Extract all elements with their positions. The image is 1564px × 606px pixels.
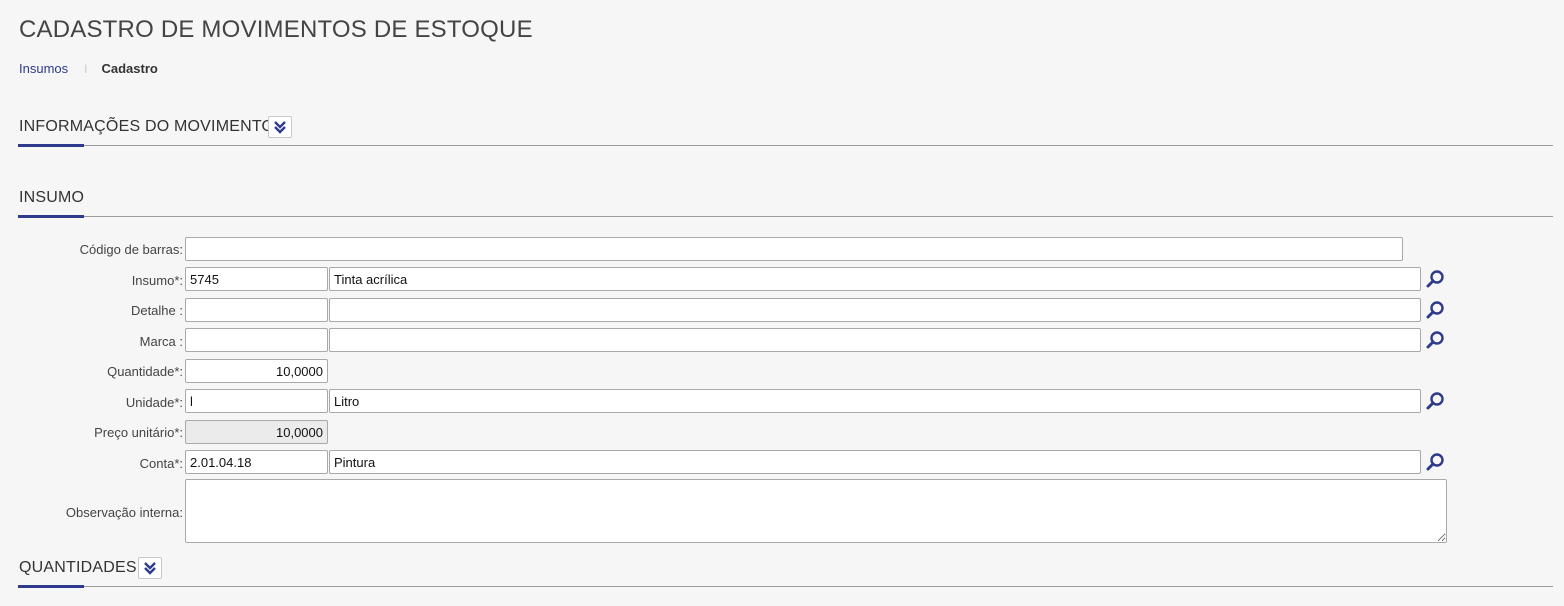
- unidade-label: Unidade*:: [125, 395, 183, 410]
- section-quantidades-accent: [18, 585, 84, 588]
- section-quantidades-title: QUANTIDADES: [19, 559, 137, 576]
- breadcrumb-separator: I: [84, 61, 88, 76]
- section-insumo-header: INSUMO: [18, 183, 1553, 218]
- detalhe-lookup-button[interactable]: [1423, 298, 1447, 322]
- unidade-description-input[interactable]: [329, 389, 1421, 413]
- quantidade-input[interactable]: [185, 359, 328, 383]
- page-title: CADASTRO DE MOVIMENTOS DE ESTOQUE: [19, 16, 533, 43]
- insumo-code-input[interactable]: [185, 267, 328, 291]
- section-quantidades-collapse-button[interactable]: [138, 557, 162, 579]
- quantidade-label: Quantidade*:: [107, 364, 183, 379]
- marca-code-input[interactable]: [185, 328, 328, 352]
- section-info-header: INFORMAÇÕES DO MOVIMENTO: [18, 112, 1553, 147]
- detalhe-code-input[interactable]: [185, 298, 328, 322]
- magnifier-icon: [1426, 392, 1444, 410]
- section-info-collapse-button[interactable]: [268, 116, 292, 138]
- section-quantidades-header: QUANTIDADES: [18, 553, 1553, 588]
- breadcrumb-insumos-link[interactable]: Insumos: [19, 61, 68, 76]
- section-insumo-accent: [18, 215, 84, 218]
- conta-description-input[interactable]: [329, 450, 1421, 474]
- magnifier-icon: [1426, 331, 1444, 349]
- observacao-textarea[interactable]: [185, 479, 1447, 543]
- double-chevron-down-icon: [274, 121, 286, 134]
- barcode-label: Código de barras:: [79, 242, 183, 257]
- observacao-label: Observação interna:: [65, 505, 183, 520]
- unidade-code-input[interactable]: [185, 389, 328, 413]
- preco-label: Preço unitário*:: [94, 425, 183, 440]
- section-info-title: INFORMAÇÕES DO MOVIMENTO: [19, 118, 275, 135]
- magnifier-icon: [1426, 301, 1444, 319]
- marca-label: Marca :: [139, 334, 183, 349]
- breadcrumb-current: Cadastro: [101, 61, 158, 76]
- unidade-lookup-button[interactable]: [1423, 389, 1447, 413]
- barcode-input[interactable]: [185, 237, 1403, 261]
- insumo-lookup-button[interactable]: [1423, 267, 1447, 291]
- section-info-accent: [18, 144, 84, 147]
- marca-lookup-button[interactable]: [1423, 328, 1447, 352]
- magnifier-icon: [1426, 453, 1444, 471]
- conta-code-input[interactable]: [185, 450, 328, 474]
- magnifier-icon: [1426, 270, 1444, 288]
- insumo-description-input[interactable]: [329, 267, 1421, 291]
- breadcrumb: Insumos I Cadastro: [19, 61, 158, 76]
- double-chevron-down-icon: [144, 562, 156, 575]
- detalhe-label: Detalhe :: [130, 303, 183, 318]
- conta-lookup-button[interactable]: [1423, 450, 1447, 474]
- detalhe-description-input[interactable]: [329, 298, 1421, 322]
- preco-input: [185, 420, 328, 444]
- insumo-label: Insumo*:: [131, 273, 183, 288]
- marca-description-input[interactable]: [329, 328, 1421, 352]
- section-insumo-title: INSUMO: [19, 189, 85, 206]
- conta-label: Conta*:: [139, 456, 183, 471]
